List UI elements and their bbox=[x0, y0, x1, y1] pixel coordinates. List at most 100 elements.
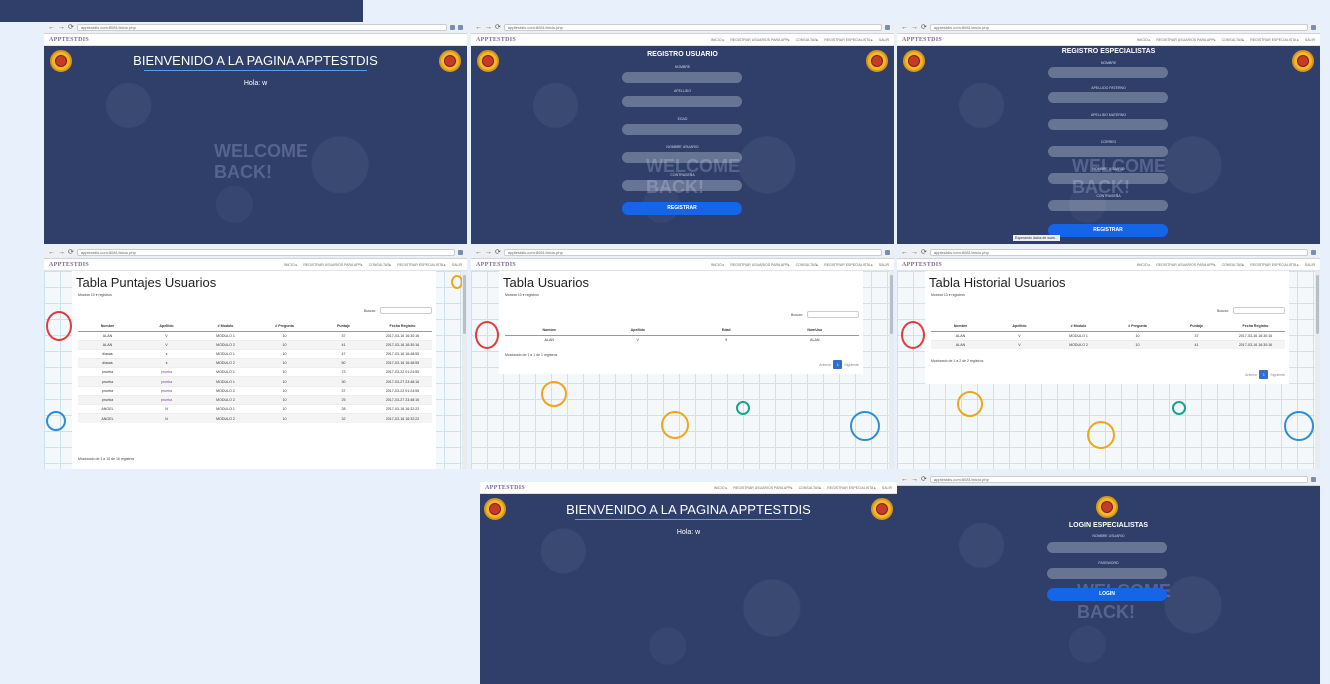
extension-icon[interactable] bbox=[885, 25, 890, 30]
nav-link-consultas[interactable]: CONSULTAS▸ bbox=[796, 263, 819, 267]
scrollbar[interactable] bbox=[1315, 271, 1320, 469]
extension-icon[interactable] bbox=[458, 250, 463, 255]
brand-logo-text[interactable]: APPTESTDIS bbox=[49, 262, 89, 268]
pagination-next[interactable]: Siguiente bbox=[1270, 373, 1285, 377]
back-icon[interactable]: ← bbox=[901, 476, 908, 483]
nombre-input[interactable] bbox=[622, 72, 742, 83]
column-header[interactable]: Nombre bbox=[931, 321, 990, 332]
back-icon[interactable]: ← bbox=[901, 24, 908, 31]
column-header[interactable]: # Pregunta bbox=[255, 321, 314, 332]
column-header[interactable]: Edad bbox=[682, 325, 771, 336]
column-header[interactable]: Nombre bbox=[78, 321, 137, 332]
nombre-usuario-input[interactable] bbox=[1048, 173, 1168, 184]
nav-link-registrar-usuarios[interactable]: REGISTRAR USUARIOS PARA APP▸ bbox=[1156, 263, 1215, 267]
registrar-button[interactable]: REGISTRAR bbox=[1048, 224, 1168, 237]
forward-icon[interactable]: → bbox=[485, 249, 492, 256]
column-header[interactable]: # Modulo bbox=[196, 321, 255, 332]
edad-input[interactable] bbox=[622, 124, 742, 135]
column-header[interactable]: Puntaje bbox=[1167, 321, 1226, 332]
forward-icon[interactable]: → bbox=[911, 476, 918, 483]
correo-input[interactable] bbox=[1048, 146, 1168, 157]
column-header[interactable]: Nombre bbox=[505, 325, 594, 336]
column-header[interactable]: Apellido bbox=[137, 321, 196, 332]
pagination-next[interactable]: Siguiente bbox=[844, 363, 859, 367]
back-icon[interactable]: ← bbox=[48, 24, 55, 31]
reload-icon[interactable]: ⟳ bbox=[68, 24, 74, 31]
nav-link-salir[interactable]: SALIR bbox=[879, 38, 889, 42]
back-icon[interactable]: ← bbox=[48, 249, 55, 256]
address-bar[interactable]: apptestdis.com:8081/inicio.php bbox=[929, 249, 1308, 256]
nombre-input[interactable] bbox=[1048, 67, 1168, 78]
nav-link-consultas[interactable]: CONSULTAS▸ bbox=[1222, 38, 1245, 42]
registrar-button[interactable]: REGISTRAR bbox=[622, 202, 742, 215]
pagination-prev[interactable]: Anterior bbox=[819, 363, 831, 367]
address-bar[interactable]: apptestdis.com:8081/inicio.php bbox=[76, 24, 447, 31]
brand-logo-text[interactable]: APPTESTDIS bbox=[485, 485, 525, 491]
extension-icon[interactable] bbox=[885, 250, 890, 255]
address-bar[interactable]: apptestdis.com:8081/inicio.php bbox=[929, 24, 1308, 31]
search-input[interactable] bbox=[1233, 307, 1285, 314]
extension-icon[interactable] bbox=[1311, 25, 1316, 30]
nav-link-registrar-especialista[interactable]: REGISTRAR ESPECIALISTA ▸ bbox=[397, 263, 446, 267]
nav-link-salir[interactable]: SALIR bbox=[882, 486, 892, 490]
reload-icon[interactable]: ⟳ bbox=[921, 476, 927, 483]
brand-logo-text[interactable]: APPTESTDIS bbox=[902, 262, 942, 268]
nav-link-consultas[interactable]: CONSULTAS▸ bbox=[796, 38, 819, 42]
forward-icon[interactable]: → bbox=[911, 24, 918, 31]
address-bar[interactable]: apptestdis.com:8081/inicio.php bbox=[929, 476, 1308, 483]
brand-logo-text[interactable]: APPTESTDIS bbox=[476, 37, 516, 43]
page-length-select[interactable]: Mostrar 10 ▾ registros bbox=[78, 293, 436, 297]
back-icon[interactable]: ← bbox=[475, 24, 482, 31]
page-length-select[interactable]: Mostrar 10 ▾ registros bbox=[931, 293, 1289, 297]
pagination-prev[interactable]: Anterior bbox=[1245, 373, 1257, 377]
reload-icon[interactable]: ⟳ bbox=[921, 249, 927, 256]
reload-icon[interactable]: ⟳ bbox=[921, 24, 927, 31]
nav-link-registrar-especialista[interactable]: REGISTRAR ESPECIALISTA ▸ bbox=[824, 38, 873, 42]
nav-link-salir[interactable]: SALIR bbox=[1305, 38, 1315, 42]
nav-link-salir[interactable]: SALIR bbox=[879, 263, 889, 267]
scrollbar[interactable] bbox=[462, 271, 467, 469]
search-input[interactable] bbox=[380, 307, 432, 314]
contrasena-input[interactable] bbox=[1048, 200, 1168, 211]
nav-link-registrar-especialista[interactable]: REGISTRAR ESPECIALISTA ▸ bbox=[1250, 263, 1299, 267]
nombre-usuario-input[interactable] bbox=[622, 152, 742, 163]
address-bar[interactable]: apptestdis.com:8081/inicio.php bbox=[503, 24, 882, 31]
extension-icon[interactable] bbox=[450, 25, 455, 30]
nav-link-salir[interactable]: SALIR bbox=[452, 263, 462, 267]
apellido-paterno-input[interactable] bbox=[1048, 92, 1168, 103]
nav-link-registrar-usuarios[interactable]: REGISTRAR USUARIOS PARA APP▸ bbox=[1156, 38, 1215, 42]
nav-link-registrar-especialista[interactable]: REGISTRAR ESPECIALISTA ▸ bbox=[1250, 38, 1299, 42]
page-length-select[interactable]: Mostrar 10 ▾ registros bbox=[505, 293, 863, 297]
nav-link-registrar-especialista[interactable]: REGISTRAR ESPECIALISTA ▸ bbox=[824, 263, 873, 267]
nav-link-inicio[interactable]: INICIO ▸ bbox=[711, 38, 724, 42]
nav-link-inicio[interactable]: INICIO ▸ bbox=[1137, 38, 1150, 42]
apellido-input[interactable] bbox=[622, 96, 742, 107]
column-header[interactable]: Fecha Registro bbox=[373, 321, 432, 332]
nav-link-consultas[interactable]: CONSULTAS▸ bbox=[1222, 263, 1245, 267]
nav-link-consultas[interactable]: CONSULTAS▸ bbox=[799, 486, 822, 490]
pagination-page[interactable]: 1 bbox=[1259, 370, 1269, 379]
nav-link-inicio[interactable]: INICIO ▸ bbox=[714, 486, 727, 490]
nav-link-inicio[interactable]: INICIO ▸ bbox=[284, 263, 297, 267]
column-header[interactable]: Puntaje bbox=[314, 321, 373, 332]
nav-link-registrar-usuarios[interactable]: REGISTRAR USUARIOS PARA APP▸ bbox=[303, 263, 362, 267]
brand-logo-text[interactable]: APPTESTDIS bbox=[476, 262, 516, 268]
contrasena-input[interactable] bbox=[622, 180, 742, 191]
nav-link-inicio[interactable]: INICIO ▸ bbox=[1137, 263, 1150, 267]
address-bar[interactable]: apptestdis.com:8081/inicio.php bbox=[503, 249, 882, 256]
forward-icon[interactable]: → bbox=[58, 249, 65, 256]
forward-icon[interactable]: → bbox=[485, 24, 492, 31]
pagination-page[interactable]: 1 bbox=[833, 360, 843, 369]
column-header[interactable]: Apellido bbox=[990, 321, 1049, 332]
nav-link-registrar-especialista[interactable]: REGISTRAR ESPECIALISTA ▸ bbox=[827, 486, 876, 490]
search-input[interactable] bbox=[807, 311, 859, 318]
nav-link-registrar-usuarios[interactable]: REGISTRAR USUARIOS PARA APP▸ bbox=[730, 38, 789, 42]
back-icon[interactable]: ← bbox=[475, 249, 482, 256]
forward-icon[interactable]: → bbox=[911, 249, 918, 256]
nav-link-consultas[interactable]: CONSULTAS▸ bbox=[369, 263, 392, 267]
column-header[interactable]: Apellido bbox=[593, 325, 682, 336]
column-header[interactable]: NomUsu bbox=[770, 325, 859, 336]
nav-link-inicio[interactable]: INICIO ▸ bbox=[711, 263, 724, 267]
password-input[interactable] bbox=[1047, 568, 1167, 579]
reload-icon[interactable]: ⟳ bbox=[495, 24, 501, 31]
